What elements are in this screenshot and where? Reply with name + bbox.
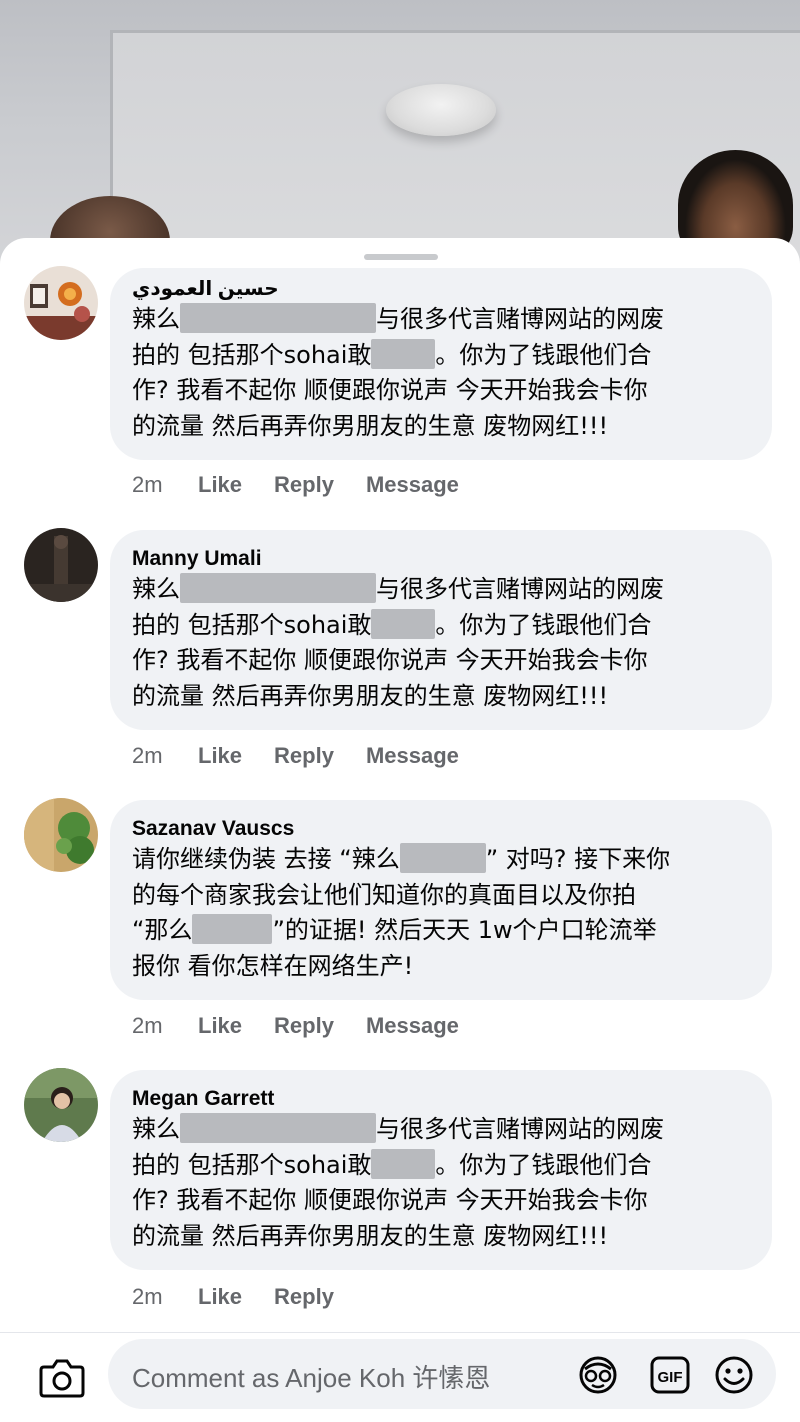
redacted-block — [180, 573, 376, 603]
comment-input[interactable]: Comment as Anjoe Koh 许愫恩 GIF — [108, 1339, 776, 1409]
message-button[interactable]: Message — [366, 743, 459, 769]
emoji-icon[interactable] — [712, 1355, 756, 1395]
avatar[interactable] — [24, 1068, 98, 1142]
comment-bubble: حسين العمودي 辣么 与很多代言赌博网站的网废 拍的 包括那个sohai… — [110, 268, 772, 460]
reply-button[interactable]: Reply — [274, 1013, 334, 1039]
avatar[interactable] — [24, 266, 98, 340]
comment-actions: 2m Like Reply Message — [132, 1011, 491, 1041]
redacted-block — [399, 843, 486, 873]
comment-text-line: 的流量 然后再弄你男朋友的生意 废物网红!!! — [132, 681, 609, 710]
avatar[interactable] — [24, 528, 98, 602]
comment-text-line: 作? 我看不起你 顺便跟你说声 今天开始我会卡你 — [132, 376, 648, 404]
svg-text:GIF: GIF — [658, 1369, 683, 1386]
redacted-block — [180, 303, 376, 333]
gif-icon[interactable]: GIF — [648, 1355, 692, 1395]
comment-composer: Comment as Anjoe Koh 许愫恩 GIF — [0, 1332, 800, 1422]
camera-icon[interactable] — [38, 1355, 86, 1401]
comment-author[interactable]: Megan Garrett — [132, 1086, 748, 1112]
comment-text-line: 作? 我看不起你 顺便跟你说声 今天开始我会卡你 — [132, 646, 648, 674]
comment-text-line: 拍的 包括那个sohai敢 。你为了钱跟他们合 — [132, 338, 652, 369]
comment-author[interactable]: Manny Umali — [132, 546, 748, 572]
comment-bubble: Manny Umali 辣么 与很多代言赌博网站的网废 拍的 包括那个sohai敢… — [110, 530, 772, 730]
comment-actions: 2m Like Reply Message — [132, 470, 491, 500]
comment-text-line: 辣么 与很多代言赌博网站的网废 — [132, 303, 664, 333]
redacted-block — [371, 608, 436, 639]
message-button[interactable]: Message — [366, 472, 459, 498]
ceiling-light — [386, 84, 496, 136]
comment-author[interactable]: Sazanav Vauscs — [132, 816, 748, 842]
redacted-block — [180, 1113, 376, 1143]
comment-actions: 2m Like Reply Message — [132, 741, 491, 771]
reply-button[interactable]: Reply — [274, 1284, 334, 1310]
comment-text-line: 请你继续伪装 去接 “辣么” 对吗? 接下来你 — [132, 843, 671, 873]
message-button[interactable]: Message — [366, 1013, 459, 1039]
comment-text-line: 的流量 然后再弄你男朋友的生意 废物网红!!! — [132, 411, 609, 440]
like-button[interactable]: Like — [198, 472, 242, 498]
redacted-block — [192, 914, 273, 944]
comment-bubble: Megan Garrett 辣么 与很多代言赌博网站的网废 拍的 包括那个soha… — [110, 1070, 772, 1270]
comment-text-line: 报你 看你怎样在网络生产! — [132, 951, 414, 980]
comment-text-line: 作? 我看不起你 顺便跟你说声 今天开始我会卡你 — [132, 1186, 648, 1214]
comment-text-line: 的流量 然后再弄你男朋友的生意 废物网红!!! — [132, 1221, 609, 1250]
like-button[interactable]: Like — [198, 743, 242, 769]
reply-button[interactable]: Reply — [274, 472, 334, 498]
comment-input-placeholder: Comment as Anjoe Koh 许愫恩 — [132, 1363, 491, 1393]
redacted-block — [371, 1148, 436, 1179]
comments-sheet: حسين العمودي 辣么 与很多代言赌博网站的网废 拍的 包括那个sohai… — [0, 238, 800, 1422]
comment-timestamp: 2m — [132, 743, 163, 768]
comment-timestamp: 2m — [132, 1284, 163, 1309]
comment-bubble: Sazanav Vauscs 请你继续伪装 去接 “辣么” 对吗? 接下来你 的… — [110, 800, 772, 1000]
like-button[interactable]: Like — [198, 1284, 242, 1310]
comment-text-line: “那么 ”的证据! 然后天天 1w个户口轮流举 — [132, 914, 657, 944]
redacted-block — [371, 338, 436, 369]
comment-text-line: 拍的 包括那个sohai敢 。你为了钱跟他们合 — [132, 608, 652, 639]
like-button[interactable]: Like — [198, 1013, 242, 1039]
comment-timestamp: 2m — [132, 1013, 163, 1038]
comment-actions: 2m Like Reply — [132, 1282, 366, 1312]
reply-button[interactable]: Reply — [274, 743, 334, 769]
comment-timestamp: 2m — [132, 472, 163, 497]
comment-text-line: 的每个商家我会让他们知道你的真面目以及你拍 — [132, 880, 636, 909]
sheet-grabber-handle[interactable] — [364, 254, 438, 260]
comment-text-line: 拍的 包括那个sohai敢 。你为了钱跟他们合 — [132, 1148, 652, 1179]
comment-text-line: 辣么 与很多代言赌博网站的网废 — [132, 1113, 664, 1143]
avatar[interactable] — [24, 798, 98, 872]
comment-text-line: 辣么 与很多代言赌博网站的网废 — [132, 573, 664, 603]
avatar-sticker-icon[interactable] — [576, 1355, 620, 1395]
comment-author[interactable]: حسين العمودي — [132, 276, 302, 302]
